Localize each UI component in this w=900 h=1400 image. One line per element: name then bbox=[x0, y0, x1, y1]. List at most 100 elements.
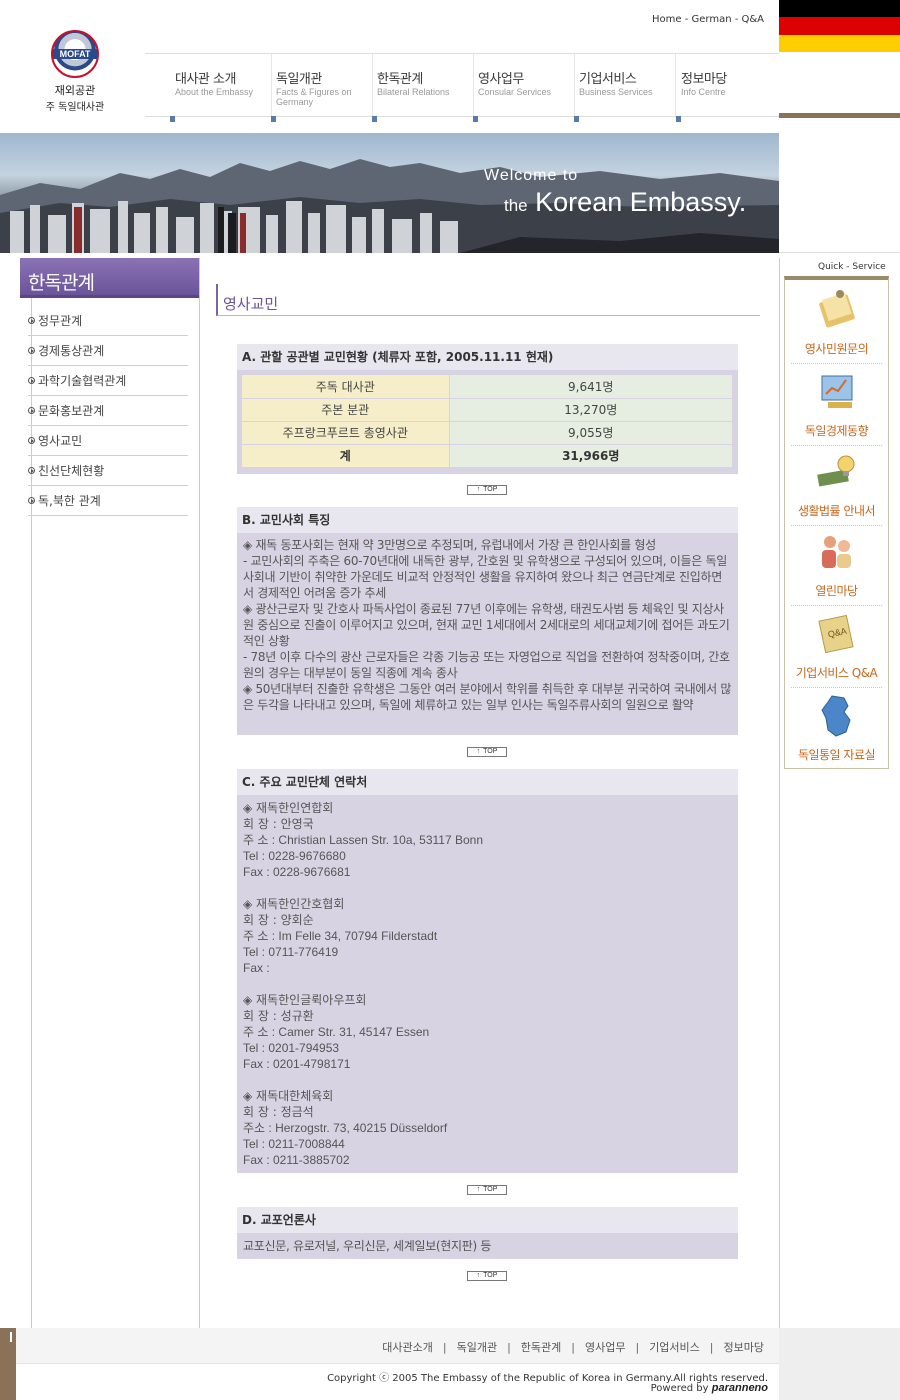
org-fax: Fax : 0201-4798171 bbox=[243, 1057, 351, 1071]
org-name: ◈ 재독한인연합회 bbox=[243, 801, 334, 815]
table-cell-value: 31,966명 bbox=[448, 444, 732, 468]
sidebar-title-text: 한독관계 bbox=[28, 272, 95, 294]
table-cell-label: 계 bbox=[242, 444, 449, 468]
gnb-label-en: Business Services bbox=[579, 87, 653, 97]
gnb-info-centre[interactable]: 정보마당 Info Centre bbox=[676, 68, 781, 122]
quick-item-label: 영사민원문의 bbox=[804, 342, 869, 356]
topnav-separator: - bbox=[731, 14, 742, 25]
community-features-text: ◈ 재독 동포사회는 현재 약 3만명으로 추정되며, 유럽내에서 가장 큰 한… bbox=[237, 533, 738, 717]
main-navigation: 대사관 소개 About the Embassy 독일개관 Facts & Fi… bbox=[145, 53, 781, 122]
sidebar-item-political[interactable]: 정무관계 bbox=[28, 306, 188, 336]
arrow-up-icon: ↑ bbox=[476, 486, 481, 493]
chart-monitor-icon bbox=[821, 375, 852, 408]
footer-link-business[interactable]: 기업서비스 bbox=[649, 1341, 700, 1354]
sidebar-item-science-tech[interactable]: 과학기술협력관계 bbox=[28, 366, 188, 396]
org-tel: Tel : 0228-9676680 bbox=[243, 849, 346, 863]
footer-link-bilateral[interactable]: 한독관계 bbox=[521, 1341, 561, 1354]
footer-link-consular[interactable]: 영사업무 bbox=[585, 1341, 625, 1354]
footer-link-info[interactable]: 정보마당 bbox=[724, 1341, 764, 1354]
quick-item-economy-trend[interactable]: 독일경제동향 bbox=[791, 370, 882, 446]
footer-link-separator: | bbox=[571, 1341, 575, 1354]
footer-link-about[interactable]: 대사관소개 bbox=[382, 1341, 433, 1354]
gnb-divider bbox=[473, 54, 474, 118]
section-c-heading: C. 주요 교민단체 연락처 bbox=[237, 769, 738, 795]
header-brown-bar bbox=[779, 113, 900, 118]
table-cell-label: 주독 대사관 bbox=[242, 375, 449, 399]
bullet-arrow-icon bbox=[28, 407, 35, 414]
quick-item-label: 생활법률 안내서 bbox=[797, 504, 876, 518]
frame-line bbox=[199, 258, 200, 1328]
footer-link-separator: | bbox=[507, 1341, 511, 1354]
footer-link-facts[interactable]: 독일개관 bbox=[457, 1341, 497, 1354]
sidebar-item-economy-trade[interactable]: 경제통상관계 bbox=[28, 336, 188, 366]
top-button[interactable]: ↑ TOP bbox=[467, 485, 507, 495]
topnav-home-link[interactable]: Home bbox=[652, 14, 682, 25]
gnb-label-ko: 독일개관 bbox=[276, 72, 322, 87]
org-address: 주 소 : Im Felle 34, 70794 Filderstadt bbox=[243, 929, 438, 943]
footer-links: 대사관소개 | 독일개관 | 한독관계 | 영사업무 | 기업서비스 | 정보마당 bbox=[382, 1339, 764, 1355]
gnb-bilateral-relations[interactable]: 한독관계 Bilateral Relations bbox=[372, 68, 477, 122]
section-b-heading: B. 교민사회 특징 bbox=[237, 507, 738, 533]
top-button[interactable]: ↑ TOP bbox=[467, 747, 507, 757]
paragraph: - 78년 이후 다수의 광산 근로자들은 각종 기능공 또는 자영업으로 직업… bbox=[243, 650, 730, 680]
gnb-about-embassy[interactable]: 대사관 소개 About the Embassy bbox=[170, 68, 275, 122]
gnb-facts-germany[interactable]: 독일개관 Facts & Figures on Germany bbox=[271, 68, 376, 122]
footer-right-block bbox=[779, 1328, 900, 1400]
bullet-arrow-icon bbox=[28, 377, 35, 384]
quick-item-business-qa[interactable]: Q&A 기업서비스 Q&A bbox=[791, 612, 882, 688]
quick-item-label: 독일경제동향 bbox=[804, 424, 869, 438]
org-head: 회 장 : 안영국 bbox=[243, 817, 314, 831]
quick-item-reunification-archive[interactable]: 독일통일 자료실 bbox=[791, 694, 882, 770]
gnb-marker bbox=[676, 116, 681, 122]
german-flag-icon bbox=[779, 0, 900, 52]
table-cell-value: 9,641명 bbox=[448, 375, 732, 399]
header: MOFAT 재외공관 주 독일대사관 Home - German - Q&A 대… bbox=[0, 0, 900, 130]
bullet-arrow-icon bbox=[28, 437, 35, 444]
top-utility-nav: Home - German - Q&A bbox=[652, 14, 764, 25]
org-fax: Fax : 0228-9676681 bbox=[243, 865, 351, 879]
table-cell-label: 주본 분관 bbox=[242, 398, 449, 422]
press-list-text: 교포신문, 유로저널, 우리신문, 세계일보(현지판) 등 bbox=[243, 1239, 492, 1253]
logo-line-2: 주 독일대사관 bbox=[45, 102, 105, 113]
org-fax: Fax : 0211-3885702 bbox=[243, 1153, 350, 1167]
sidebar-item-label: 문화홍보관계 bbox=[38, 404, 105, 418]
org-tel: Tel : 0201-794953 bbox=[243, 1041, 340, 1055]
table-row: 주프랑크푸르트 총영사관 9,055명 bbox=[242, 421, 732, 445]
sidebar-item-label: 경제통상관계 bbox=[38, 344, 105, 358]
quick-item-consular-inquiry[interactable]: 영사민원문의 bbox=[791, 288, 882, 364]
banner-welcome-text: Welcome to bbox=[484, 167, 579, 184]
sidebar-item-culture[interactable]: 문화홍보관계 bbox=[28, 396, 188, 426]
top-button[interactable]: ↑ TOP bbox=[467, 1271, 507, 1281]
sidebar-item-friendship-groups[interactable]: 친선단체현황 bbox=[28, 456, 188, 486]
quick-item-label: 독일통일 자료실 bbox=[797, 748, 876, 762]
gnb-label-en: Facts & Figures on Germany bbox=[276, 87, 352, 107]
gnb-business-services[interactable]: 기업서비스 Business Services bbox=[574, 68, 679, 122]
quick-item-open-forum[interactable]: 열린마당 bbox=[791, 530, 882, 606]
gnb-consular-services[interactable]: 영사업무 Consular Services bbox=[473, 68, 578, 122]
sidebar-item-germany-north-korea[interactable]: 독,북한 관계 bbox=[28, 486, 188, 516]
topnav-german-link[interactable]: German bbox=[692, 14, 732, 25]
org-head: 회 장 : 양회순 bbox=[243, 913, 314, 927]
topnav-qa-link[interactable]: Q&A bbox=[742, 14, 765, 25]
gnb-divider bbox=[372, 54, 373, 118]
table-row: 주본 분관 13,270명 bbox=[242, 398, 732, 422]
sidebar-item-label: 영사교민 bbox=[38, 434, 83, 448]
top-button-label: TOP bbox=[483, 748, 498, 755]
top-button[interactable]: ↑ TOP bbox=[467, 1185, 507, 1195]
bullet-arrow-icon bbox=[28, 497, 35, 504]
gnb-divider bbox=[574, 54, 575, 118]
quick-item-legal-guide[interactable]: 생활법률 안내서 bbox=[791, 450, 882, 526]
gnb-divider bbox=[271, 54, 272, 118]
sidebar-item-label: 친선단체현황 bbox=[38, 464, 105, 478]
arrow-up-icon: ↑ bbox=[476, 1186, 481, 1193]
arrow-up-icon: ↑ bbox=[476, 748, 481, 755]
logo-line-1: 재외공관 bbox=[54, 84, 96, 97]
sidebar-item-label: 과학기술협력관계 bbox=[38, 374, 127, 388]
sidebar-item-consular-community[interactable]: 영사교민 bbox=[28, 426, 188, 456]
top-button-label: TOP bbox=[483, 1272, 498, 1279]
table-row: 주독 대사관 9,641명 bbox=[242, 375, 732, 399]
org-address: 주 소 : Camer Str. 31, 45147 Essen bbox=[243, 1025, 430, 1039]
embassy-logo[interactable]: MOFAT 재외공관 주 독일대사관 bbox=[30, 30, 120, 115]
org-head: 회 장 : 정금석 bbox=[243, 1105, 314, 1119]
footer-link-separator: | bbox=[442, 1341, 447, 1354]
